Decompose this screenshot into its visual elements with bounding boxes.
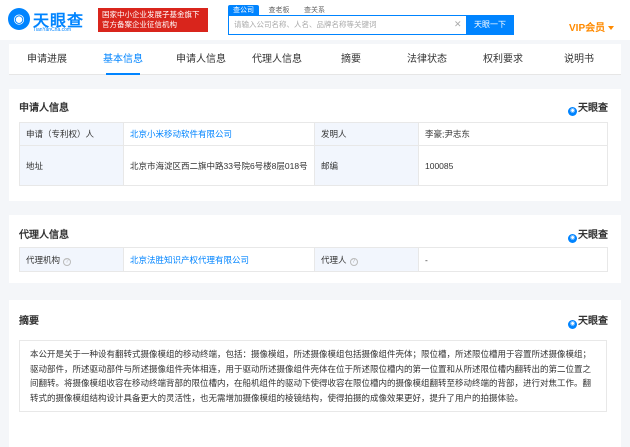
inventor-value: 李豪;尹志东 (418, 122, 608, 146)
clear-icon[interactable]: ✕ (454, 19, 462, 30)
tab-basic-info[interactable]: 基本信息 (91, 44, 155, 75)
vip-label: VIP会员 (569, 23, 606, 34)
brand-eye-icon: ◉ (568, 320, 577, 329)
help-icon[interactable]: ? (63, 257, 72, 266)
tab-legal-status[interactable]: 法律状态 (395, 44, 459, 75)
agent-label: 代理人? (314, 247, 419, 272)
address-value: 北京市海淀区西二旗中路33号院6号楼8层018号 (123, 145, 315, 186)
agent-table: 代理机构? 北京法胜知识产权代理有限公司 代理人? - (19, 247, 608, 272)
gov-badge-line1: 国家中小企业发展子基金旗下 (102, 10, 200, 19)
agent-value: - (418, 247, 608, 272)
inventor-label: 发明人 (314, 122, 419, 146)
agent-section-title: 代理人信息 (19, 230, 69, 241)
search-button[interactable]: 天眼一下 (466, 15, 514, 35)
address-label: 地址 (19, 145, 124, 186)
brand-eye-icon: ◉ (568, 107, 577, 116)
site-logo[interactable]: ◉ 天眼查 TianYanCha.com (8, 6, 94, 36)
tab-agent-info[interactable]: 代理人信息 (243, 44, 311, 75)
agency-value: 北京法胜知识产权代理有限公司 (123, 247, 315, 272)
table-row: 申请（专利权）人 北京小米移动软件有限公司 发明人 李豪;尹志东 (19, 122, 608, 146)
postcode-label: 邮编 (314, 145, 419, 186)
summary-text: 本公开是关于一种设有翻转式摄像模组的移动终端，包括：摄像模组，所述摄像模组包括摄… (19, 340, 607, 413)
applicant-label: 申请（专利权）人 (19, 122, 124, 146)
applicant-company-link[interactable]: 北京小米移动软件有限公司 (130, 129, 232, 139)
tab-progress[interactable]: 申请进展 (15, 44, 79, 75)
search-input[interactable] (234, 16, 449, 33)
summary-section: 摘要 ◉ 天眼查 本公开是关于一种设有翻转式摄像模组的移动终端，包括：摄像模组，所… (9, 300, 621, 447)
vip-menu[interactable]: VIP会员 (569, 19, 615, 34)
table-row: 地址 北京市海淀区西二旗中路33号院6号楼8层018号 邮编 100085 (19, 145, 608, 186)
applicant-value: 北京小米移动软件有限公司 (123, 122, 315, 146)
tab-summary[interactable]: 摘要 (319, 44, 383, 75)
section-brand-logo: ◉ 天眼查 (568, 103, 608, 116)
gov-badge[interactable]: 国家中小企业发展子基金旗下 官方备案企业征信机构 (98, 8, 208, 32)
tab-claims[interactable]: 权利要求 (471, 44, 535, 75)
top-header: ◉ 天眼查 TianYanCha.com 国家中小企业发展子基金旗下 官方备案企… (0, 0, 630, 40)
logo-subtext: TianYanCha.com (33, 27, 72, 33)
logo-eye-icon: ◉ (8, 8, 30, 30)
caret-down-icon (608, 26, 615, 31)
section-brand-logo: ◉ 天眼查 (568, 230, 608, 243)
table-row: 代理机构? 北京法胜知识产权代理有限公司 代理人? - (19, 247, 608, 272)
search-box: ✕ (228, 15, 468, 35)
applicant-section-title: 申请人信息 (19, 103, 69, 114)
tab-description[interactable]: 说明书 (547, 44, 611, 75)
help-icon[interactable]: ? (349, 257, 358, 266)
applicant-table: 申请（专利权）人 北京小米移动软件有限公司 发明人 李豪;尹志东 地址 北京市海… (19, 122, 608, 186)
gov-badge-line2: 官方备案企业征信机构 (102, 20, 177, 29)
agency-link[interactable]: 北京法胜知识产权代理有限公司 (130, 255, 249, 265)
summary-section-title: 摘要 (19, 316, 39, 327)
section-brand-logo: ◉ 天眼查 (568, 316, 608, 329)
agent-section: 代理人信息 ◉ 天眼查 代理机构? 北京法胜知识产权代理有限公司 代理人? - (9, 215, 621, 283)
tab-applicant-info[interactable]: 申请人信息 (167, 44, 235, 75)
postcode-value: 100085 (418, 145, 608, 186)
search-tabs: 查公司 查老板 查关系 (228, 4, 332, 16)
brand-eye-icon: ◉ (568, 234, 577, 243)
applicant-section: 申请人信息 ◉ 天眼查 申请（专利权）人 北京小米移动软件有限公司 发明人 李豪;… (9, 89, 621, 201)
detail-tabbar: 申请进展 基本信息 申请人信息 代理人信息 摘要 法律状态 权利要求 说明书 (9, 44, 621, 75)
agency-label: 代理机构? (19, 247, 124, 272)
